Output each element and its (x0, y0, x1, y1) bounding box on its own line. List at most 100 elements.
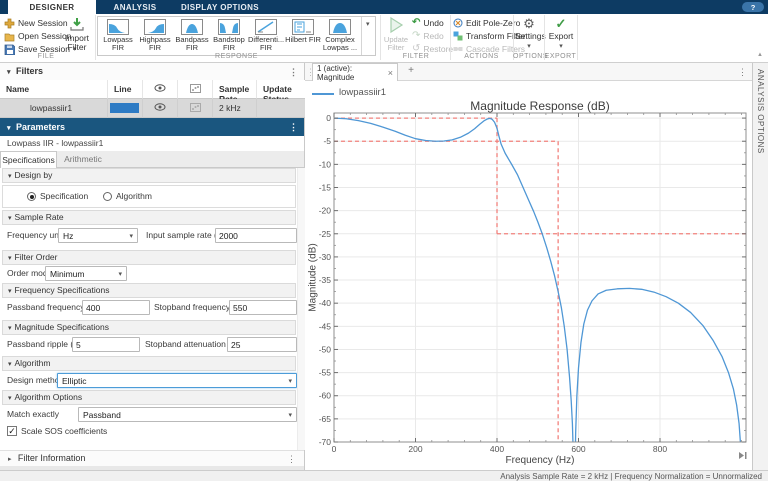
edit-pole-zero-button[interactable]: Edit Pole-Zero (453, 17, 520, 29)
redo-button-disabled[interactable]: ↷ Redo (412, 30, 444, 42)
svg-text:600: 600 (571, 444, 585, 454)
tab-specifications[interactable]: Specifications (0, 151, 57, 168)
passband-frequency-field[interactable] (82, 300, 150, 315)
analysis-options-label: ANALYSIS OPTIONS (756, 69, 765, 154)
section-sample-rate[interactable]: ▾ Sample Rate (2, 210, 296, 225)
tab-arithmetic[interactable]: Arithmetic (57, 151, 109, 168)
tab-display-options[interactable]: DISPLAY OPTIONS (174, 0, 266, 14)
filter-designer-app: DESIGNER ANALYSIS DISPLAY OPTIONS ? New … (0, 0, 768, 481)
parameters-subtitle: Lowpass IIR - lowpassiir1 (7, 138, 104, 148)
radio-algorithm-label: Algorithm (116, 191, 152, 201)
filters-menu-icon[interactable]: ⋮ (289, 67, 298, 77)
gallery-expand-button[interactable]: ▾ (361, 17, 376, 55)
scale-sos-label: Scale SOS coefficients (21, 426, 108, 436)
svg-text:0: 0 (326, 113, 331, 123)
line-color-swatch[interactable] (110, 103, 139, 113)
radio-specification[interactable] (27, 192, 36, 201)
import-filter-button[interactable]: Import Filter (60, 17, 94, 52)
export-button[interactable]: ✓ Export ▾ (546, 16, 576, 50)
import-arrow-icon (70, 18, 84, 31)
bandpass-shape-icon (181, 19, 203, 35)
stopband-frequency-field[interactable] (229, 300, 297, 315)
hilbert-fir-button[interactable]: Hilbert FIR (285, 19, 321, 44)
legend-line-sample (312, 93, 334, 95)
figure-tabbar: ⋮ 1 (active): Magnitude × + ⋮ (305, 63, 752, 82)
export-check-icon: ✓ (555, 16, 567, 31)
parameters-menu-icon[interactable]: ⋮ (289, 122, 298, 132)
svg-text:200: 200 (408, 444, 422, 454)
section-frequency-specs[interactable]: ▾ Frequency Specifications (2, 283, 296, 298)
input-sample-rate-field[interactable] (215, 228, 297, 243)
lowpass-fir-button[interactable]: Lowpass FIR (100, 19, 136, 52)
frequency-units-select[interactable]: Hz ▾ (58, 228, 138, 243)
svg-text:-15: -15 (319, 182, 332, 192)
gallery-expand-icon: ▾ (366, 21, 370, 28)
svg-text:-60: -60 (319, 391, 332, 401)
filters-panel-header[interactable]: ▾ Filters ⋮ (0, 63, 304, 81)
svg-text:400: 400 (490, 444, 504, 454)
analysis-options-strip[interactable]: ANALYSIS OPTIONS (752, 63, 768, 470)
expand-caret-icon: ▸ (8, 456, 12, 463)
help-button[interactable]: ? (742, 2, 764, 12)
toolstrip-ribbon: New Session Open Session Save Session ▾ … (0, 14, 768, 63)
filter-row-sample-rate: 2 kHz (213, 99, 257, 118)
filter-row-name[interactable]: lowpassiir1 (0, 99, 108, 118)
section-design-by[interactable]: ▾ Design by (2, 168, 296, 183)
match-exactly-select[interactable]: Passband ▾ (78, 407, 297, 422)
filter-row-visibility[interactable] (143, 99, 178, 118)
tab-designer[interactable]: DESIGNER (8, 0, 96, 14)
filter-information-menu-icon[interactable]: ⋮ (287, 454, 296, 464)
y-axis-label: Magnitude (dB) (307, 243, 319, 312)
parameters-panel-header[interactable]: ▾ Parameters ⋮ (0, 118, 304, 136)
differentiator-fir-button[interactable]: Differenti... FIR (248, 19, 284, 52)
bandpass-fir-button[interactable]: Bandpass FIR (174, 19, 210, 52)
column-header-visibility (143, 80, 178, 99)
filter-row-line[interactable] (108, 99, 143, 118)
order-mode-select[interactable]: Minimum ▾ (45, 266, 127, 281)
highpass-fir-button[interactable]: Highpass FIR (137, 19, 173, 52)
stopband-attenuation-field[interactable] (227, 337, 297, 352)
svg-text:-70: -70 (319, 437, 332, 447)
radio-algorithm[interactable] (103, 192, 112, 201)
svg-text:-35: -35 (319, 275, 332, 285)
collapse-ribbon-icon[interactable]: ▲ (757, 52, 763, 58)
section-caret-icon: ▾ (8, 173, 12, 180)
design-by-box: Specification Algorithm (2, 185, 296, 208)
section-caret-icon: ▾ (8, 395, 12, 402)
group-separator (577, 15, 578, 60)
response-gallery: Lowpass FIR Highpass FIR Bandpass FIR Bands… (97, 16, 376, 56)
svg-text:-45: -45 (319, 321, 332, 331)
figure-menu-icon[interactable]: ⋮ (738, 67, 747, 77)
undo-button[interactable]: ↶ Undo (412, 17, 444, 29)
section-magnitude-specs[interactable]: ▾ Magnitude Specifications (2, 320, 296, 335)
new-session-button[interactable]: New Session (4, 17, 68, 29)
filter-information-header[interactable]: ▸ Filter Information ⋮ (0, 450, 304, 466)
plot-panel: 0 200 400 600 800 0 -5 -10 -15 -20 -25 -30 -35 -40 -45… (305, 63, 752, 470)
figure-tab-magnitude[interactable]: 1 (active): Magnitude × (312, 63, 398, 82)
export-dropdown-icon: ▾ (559, 43, 563, 50)
skip-to-end-icon[interactable] (738, 451, 748, 460)
design-method-label: Design method (7, 375, 65, 385)
column-header-sample-rate: Sample Rate (213, 80, 257, 104)
section-algorithm-options[interactable]: ▾ Algorithm Options (2, 390, 296, 405)
svg-text:-5: -5 (323, 136, 331, 146)
close-tab-icon[interactable]: × (388, 68, 393, 78)
update-filter-button-disabled[interactable]: Update Filter (383, 16, 409, 52)
svg-text:-10: -10 (319, 159, 332, 169)
filter-row-response-window[interactable] (178, 99, 213, 118)
settings-button[interactable]: ⚙ Settings ▾ (515, 16, 546, 50)
new-tab-icon[interactable]: + (404, 65, 418, 76)
parameters-tabstrip: Specifications Arithmetic (0, 151, 304, 168)
complex-lowpass-shape-icon (329, 19, 351, 35)
section-caret-icon: ▾ (8, 215, 12, 222)
left-panel-scrollbar[interactable] (297, 168, 305, 450)
scale-sos-checkbox[interactable]: ✓ (7, 426, 17, 436)
design-method-select[interactable]: Elliptic ▾ (57, 373, 297, 388)
svg-text:-20: -20 (319, 206, 332, 216)
tab-analysis[interactable]: ANALYSIS (96, 0, 174, 14)
section-filter-order[interactable]: ▾ Filter Order (2, 250, 296, 265)
bandstop-fir-button[interactable]: Bandstop FIR (211, 19, 247, 52)
passband-ripple-field[interactable] (72, 337, 140, 352)
section-algorithm[interactable]: ▾ Algorithm (2, 356, 296, 371)
complex-lowpass-button[interactable]: Complex Lowpas ... (322, 19, 358, 52)
